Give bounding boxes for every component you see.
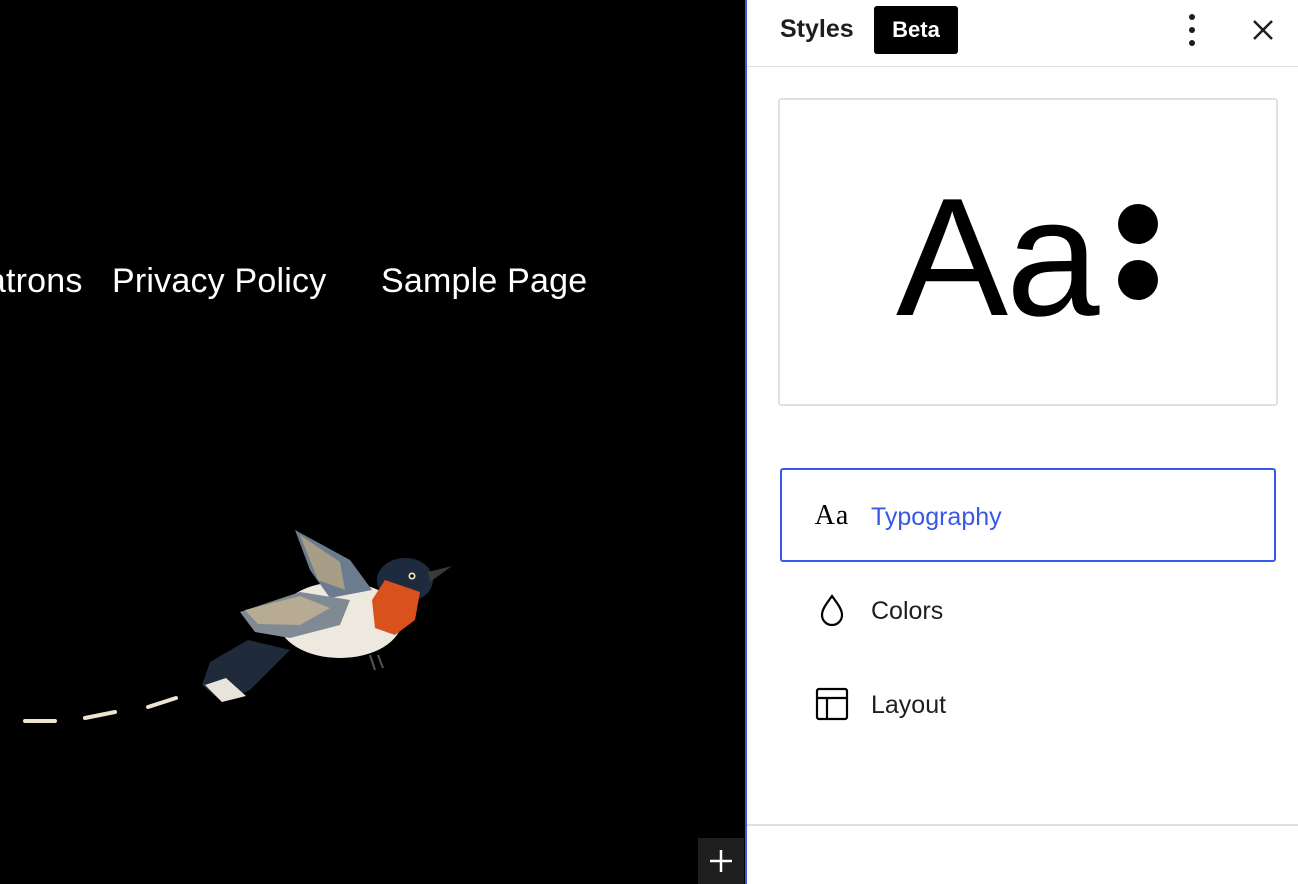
menu-item-colors[interactable]: Colors — [780, 562, 1276, 656]
bird-illustration — [23, 530, 452, 723]
typography-icon: Aa — [814, 500, 850, 531]
sidebar-title: Styles — [780, 15, 854, 43]
styles-sidebar: Styles Beta Aa Aa Typography Colors Layo… — [747, 0, 1298, 884]
preview-color-dot — [1118, 260, 1158, 300]
editor-canvas[interactable]: Patrons Privacy Policy Sample Page — [0, 0, 745, 884]
droplet-icon — [812, 590, 852, 630]
menu-item-layout[interactable]: Layout — [780, 656, 1276, 750]
beta-badge: Beta — [874, 6, 958, 54]
nav-link-privacy-policy[interactable]: Privacy Policy — [112, 262, 326, 301]
plus-icon — [710, 850, 732, 872]
styles-menu: Aa Typography Colors Layout — [780, 468, 1276, 750]
style-preview[interactable]: Aa — [778, 98, 1278, 406]
preview-color-dot — [1118, 204, 1158, 244]
menu-item-typography[interactable]: Aa Typography — [780, 468, 1276, 562]
sidebar-header: Styles Beta — [747, 0, 1298, 67]
add-block-button[interactable] — [698, 838, 744, 884]
preview-sample-text: Aa — [896, 163, 1099, 351]
close-sidebar-button[interactable] — [1243, 10, 1283, 50]
menu-item-label: Typography — [871, 503, 1002, 531]
menu-item-label: Colors — [871, 597, 944, 625]
menu-item-label: Layout — [871, 691, 947, 719]
nav-link-sample-page[interactable]: Sample Page — [381, 262, 587, 301]
sidebar-footer-divider — [747, 824, 1298, 826]
vertical-ellipsis-icon — [1189, 14, 1195, 46]
more-options-button[interactable] — [1172, 10, 1212, 50]
close-icon — [1253, 20, 1273, 40]
layout-icon — [812, 684, 852, 724]
nav-link-patrons[interactable]: Patrons — [0, 262, 83, 301]
